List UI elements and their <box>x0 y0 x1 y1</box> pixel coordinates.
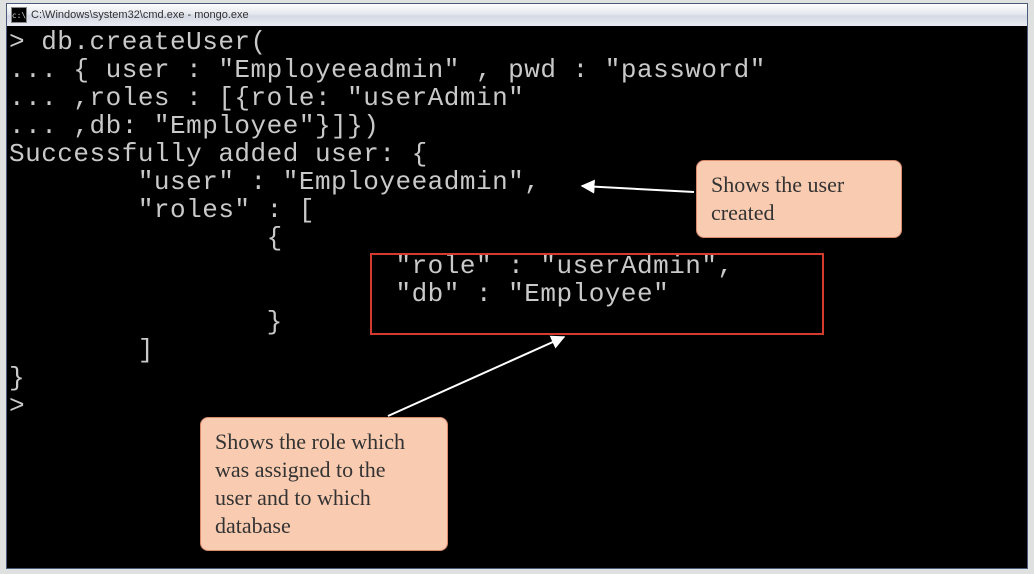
window-title: C:\Windows\system32\cmd.exe - mongo.exe <box>31 9 249 21</box>
term-line: > <box>9 391 25 421</box>
term-line: "roles" : [ <box>9 195 315 225</box>
term-line: { <box>9 223 283 253</box>
term-line: ... ,db: "Employee"}]}) <box>9 111 379 141</box>
term-line: ] <box>9 335 154 365</box>
title-bar[interactable]: c:\ C:\Windows\system32\cmd.exe - mongo.… <box>7 4 1027 27</box>
term-line: "user" : "Employeeadmin", <box>9 167 540 197</box>
term-line: } <box>9 307 283 337</box>
term-line: ... { user : "Employeeadmin" , pwd : "pa… <box>9 55 766 85</box>
user-created-callout: Shows the user created <box>696 160 902 238</box>
term-line: Successfully added user: { <box>9 139 428 169</box>
role-highlight-box <box>370 253 824 335</box>
term-line: > db.createUser( <box>9 27 267 57</box>
term-line: } <box>9 363 25 393</box>
term-line: ... ,roles : [{role: "userAdmin" <box>9 83 524 113</box>
role-assigned-callout: Shows the role which was assigned to the… <box>200 417 448 551</box>
cmd-icon: c:\ <box>11 7 27 23</box>
